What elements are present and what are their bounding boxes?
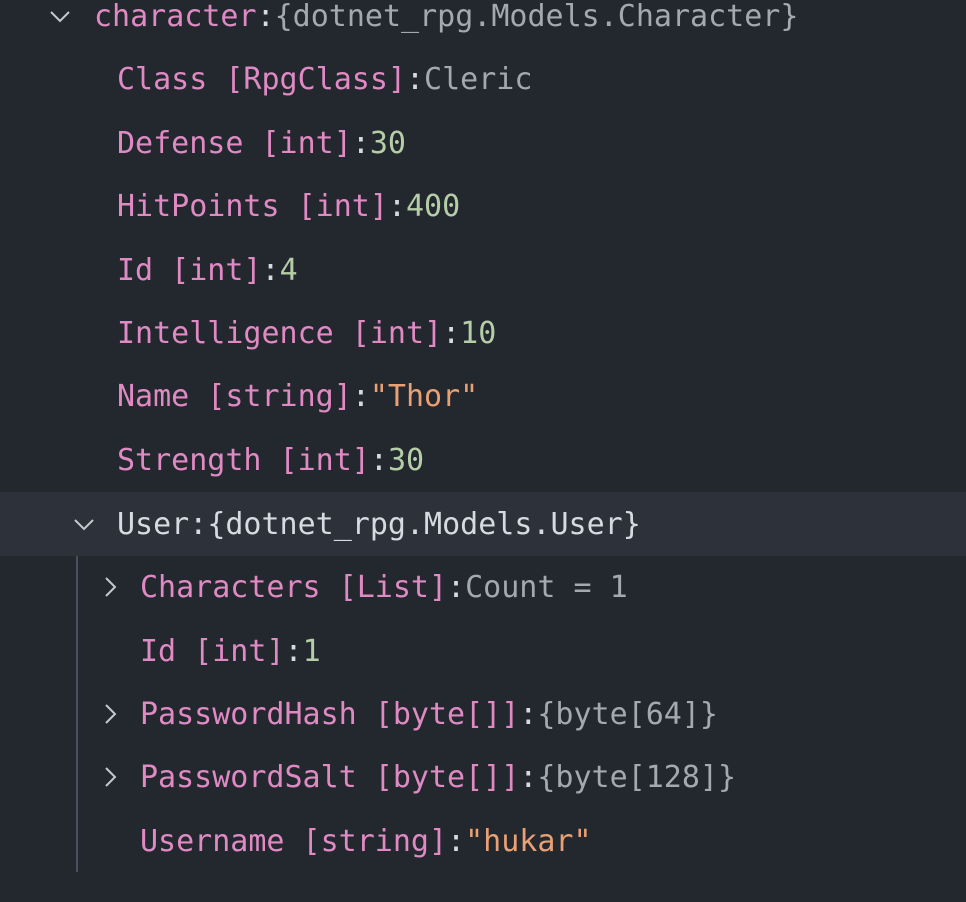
tree-row-passwordhash[interactable]: PasswordHash [byte[]]: {byte[64]} [0,682,966,746]
tree-row-hitpoints[interactable]: HitPoints [int]: 400 [0,174,966,238]
property-name: Id [int] [140,633,285,669]
property-name: PasswordSalt [byte[]] [140,759,520,795]
separator: : [189,506,208,542]
variable-name: character [94,0,257,34]
tree-row-character-content: character: {dotnet_rpg.Models.Character} [94,0,798,48]
property-value: {byte[128]} [537,759,737,795]
property-value: 400 [406,188,461,224]
property-name: Id [int] [117,252,262,288]
variables-tree: character: {dotnet_rpg.Models.Character}… [0,0,966,902]
chevron-right-icon[interactable] [98,575,122,599]
chevron-down-icon[interactable] [72,512,96,536]
tree-row-class[interactable]: Class [RpgClass]: Cleric [0,47,966,111]
tree-row-intelligence[interactable]: Intelligence [int]: 10 [0,301,966,365]
property-value: 1 [302,633,321,669]
tree-row-character[interactable]: character: {dotnet_rpg.Models.Character} [0,0,966,48]
tree-row-defense[interactable]: Defense [int]: 30 [0,111,966,175]
separator: : [351,378,370,414]
tree-row-name[interactable]: Name [string]: "Thor" [0,364,966,428]
property-value: Count = 1 [465,569,628,605]
separator: : [351,125,370,161]
tree-row-strength[interactable]: Strength [int]: 30 [0,428,966,492]
tree-row-characters[interactable]: Characters [List]: Count = 1 [0,555,966,619]
chevron-right-icon[interactable] [98,765,122,789]
separator: : [387,188,406,224]
tree-row-user[interactable]: User: {dotnet_rpg.Models.User} [0,492,966,556]
property-value: 30 [387,442,425,478]
separator: : [442,315,461,351]
property-name: Class [RpgClass] [117,61,406,97]
separator: : [519,696,538,732]
separator: : [261,252,280,288]
tree-row-id[interactable]: Id [int]: 4 [0,238,966,302]
property-value: {dotnet_rpg.Models.User} [207,506,641,542]
property-name: Name [string] [117,378,352,414]
property-name: Intelligence [int] [117,315,443,351]
separator: : [369,442,388,478]
tree-row-username[interactable]: Username [string]: "hukar" [0,809,966,873]
separator: : [519,759,538,795]
separator: : [405,61,425,97]
tree-row-user-id[interactable]: Id [int]: 1 [0,619,966,683]
separator: : [447,823,466,859]
property-value: 30 [369,125,406,161]
property-name: HitPoints [int] [117,188,388,224]
property-name: Strength [int] [117,442,370,478]
property-value: 4 [279,252,298,288]
property-name: PasswordHash [byte[]] [140,696,520,732]
property-name: Defense [int] [117,125,352,161]
property-value: Cleric [424,61,533,97]
separator: : [447,569,466,605]
chevron-down-icon[interactable] [48,4,72,28]
property-value: {byte[64]} [537,696,718,732]
variable-value: {dotnet_rpg.Models.Character} [274,0,799,34]
separator: : [284,633,303,669]
property-name: Username [string] [140,823,448,859]
property-value: "Thor" [369,378,479,414]
separator: : [256,0,275,34]
property-value: 10 [460,315,497,351]
property-name: User [117,506,190,542]
chevron-right-icon[interactable] [98,702,122,726]
property-value: "hukar" [465,823,592,859]
tree-row-passwordsalt[interactable]: PasswordSalt [byte[]]: {byte[128]} [0,745,966,809]
property-name: Characters [List] [140,569,448,605]
